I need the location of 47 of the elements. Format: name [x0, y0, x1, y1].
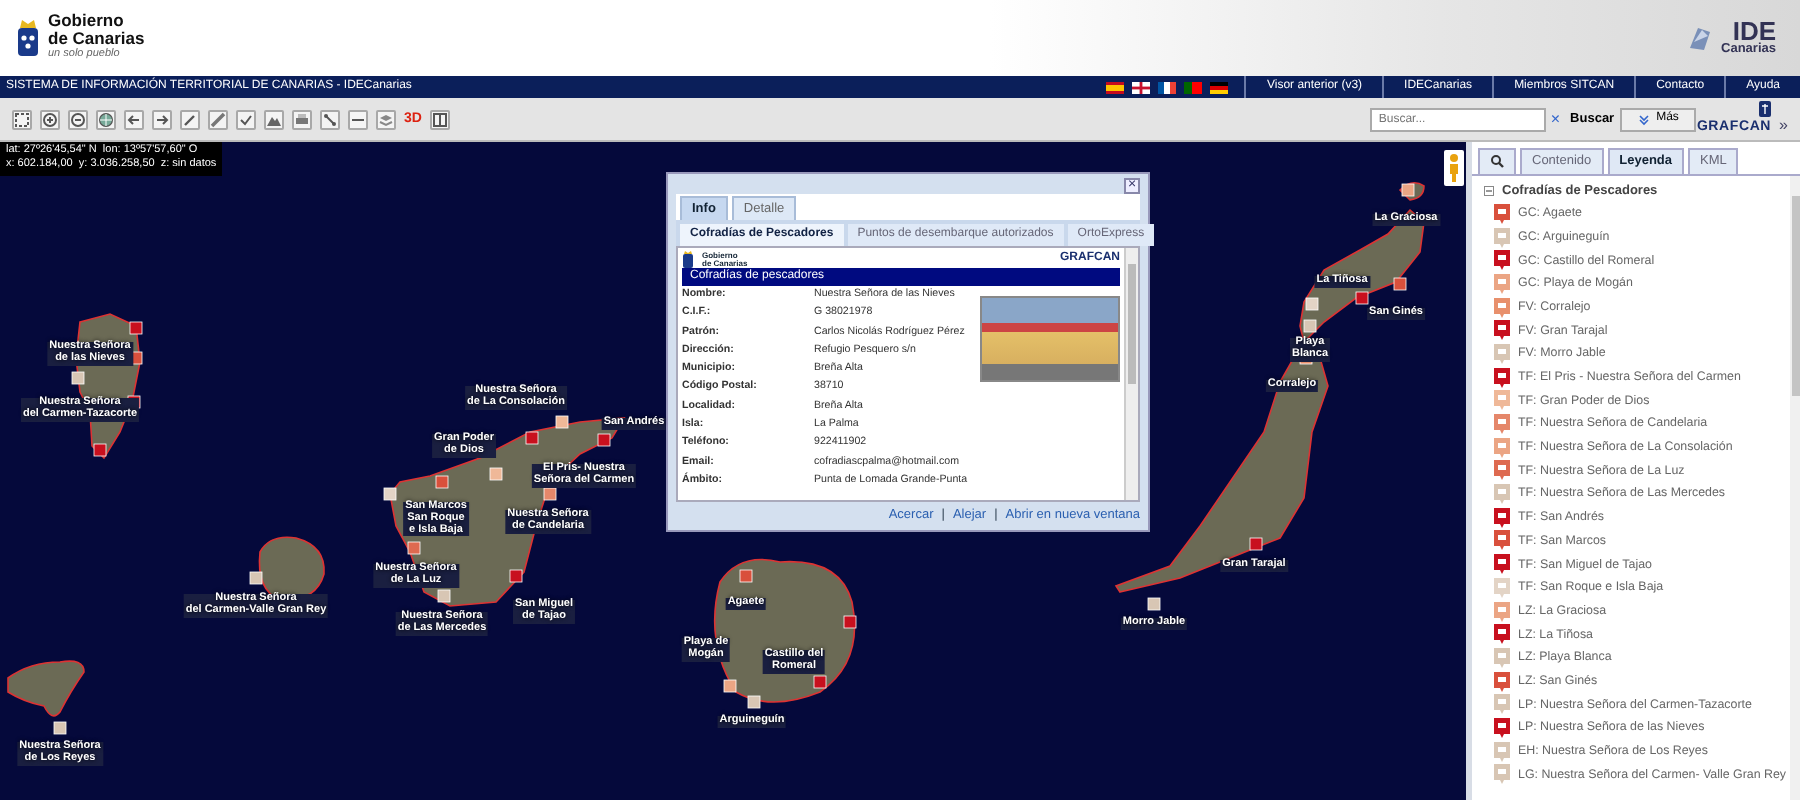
map-shape-icon	[1685, 24, 1714, 52]
zoom-in-icon	[42, 111, 58, 127]
shield-icon	[1757, 99, 1772, 118]
measure-button[interactable]	[208, 109, 228, 129]
flag-icon[interactable]	[1106, 81, 1125, 93]
draw-button[interactable]	[180, 109, 200, 129]
check-button[interactable]	[236, 109, 256, 129]
panel-button[interactable]	[429, 109, 450, 129]
collapse-button[interactable]: »	[1779, 114, 1788, 139]
back-arrow-icon	[126, 111, 142, 127]
coat-of-arms-icon	[682, 250, 694, 268]
zoom-in-button[interactable]	[40, 109, 60, 129]
flag-icon[interactable]	[1132, 81, 1151, 93]
coat-of-arms-icon	[16, 16, 40, 60]
photo-placeholder	[980, 296, 1120, 382]
globe-button[interactable]	[96, 109, 116, 129]
split-panel-icon	[431, 111, 448, 127]
collapse-icon[interactable]	[1484, 186, 1494, 196]
double-chevron-icon	[1638, 113, 1651, 125]
layers-icon	[378, 111, 394, 127]
zoom-box-button[interactable]	[12, 109, 32, 129]
check-icon	[238, 111, 254, 127]
ide-logo: IDE	[1732, 18, 1776, 45]
flag-icon[interactable]	[1210, 81, 1229, 93]
dashed-frame-icon	[14, 111, 30, 127]
logo-title: Gobierno de Canarias	[48, 12, 145, 47]
map-view[interactable]	[0, 142, 1466, 800]
scrollbar[interactable]	[1124, 248, 1138, 501]
nodes-icon	[322, 111, 338, 127]
back-button[interactable]	[124, 109, 144, 129]
globe-icon	[98, 111, 114, 127]
forward-arrow-icon	[154, 111, 170, 127]
clear-button[interactable]: ×	[1546, 111, 1565, 127]
network-button[interactable]	[320, 109, 340, 129]
forward-button[interactable]	[152, 109, 172, 129]
zoom-out-icon	[70, 111, 86, 127]
print-button[interactable]	[292, 109, 312, 129]
search-tab[interactable]	[1478, 148, 1516, 174]
profile-button[interactable]	[264, 109, 284, 129]
flag-icon[interactable]	[1158, 81, 1177, 93]
zoom-out-button[interactable]	[68, 109, 88, 129]
printer-icon	[294, 111, 310, 127]
search-icon	[1490, 153, 1504, 168]
ruler-icon	[210, 111, 226, 127]
line-button[interactable]	[348, 109, 368, 129]
layers-button[interactable]	[376, 109, 396, 129]
pencil-icon	[182, 111, 198, 127]
